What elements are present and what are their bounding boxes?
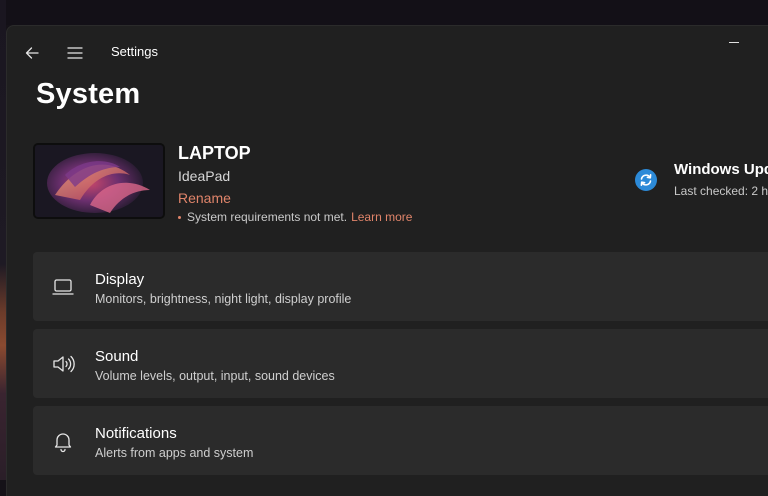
settings-item-description: Monitors, brightness, night light, displ… xyxy=(95,292,352,306)
device-name: LAPTOP xyxy=(178,143,251,163)
settings-item-title: Display xyxy=(95,271,145,288)
warning-dot-icon xyxy=(178,215,181,219)
device-model: IdeaPad xyxy=(178,168,231,184)
settings-item-title: Notifications xyxy=(95,425,177,442)
settings-item-notifications[interactable]: Notifications Alerts from apps and syste… xyxy=(33,406,768,475)
windows-update-status: Last checked: 2 h xyxy=(674,184,768,198)
device-wallpaper-thumbnail xyxy=(33,143,165,219)
settings-item-sound[interactable]: Sound Volume levels, output, input, soun… xyxy=(33,329,768,398)
settings-item-display[interactable]: Display Monitors, brightness, night ligh… xyxy=(33,252,768,321)
navigation-menu-button[interactable] xyxy=(64,42,86,64)
bell-icon xyxy=(54,433,72,453)
hamburger-icon xyxy=(67,47,83,59)
back-button[interactable] xyxy=(21,42,43,64)
minimize-button[interactable] xyxy=(723,36,747,50)
laptop-icon xyxy=(52,279,74,295)
rename-link[interactable]: Rename xyxy=(178,190,231,206)
back-arrow-icon xyxy=(25,47,39,59)
sync-icon[interactable] xyxy=(635,169,657,191)
settings-item-title: Sound xyxy=(95,348,139,365)
warning-text: System requirements not met. xyxy=(187,210,348,224)
page-title: System xyxy=(36,78,141,110)
requirements-warning: System requirements not met. Learn more xyxy=(178,210,412,224)
settings-item-description: Volume levels, output, input, sound devi… xyxy=(95,369,335,383)
windows-update-title[interactable]: Windows Upd xyxy=(674,161,768,178)
app-title: Settings xyxy=(111,44,158,59)
title-bar: Settings xyxy=(7,26,768,78)
minimize-icon xyxy=(729,42,739,43)
speaker-icon xyxy=(53,355,75,373)
desktop-top-strip xyxy=(0,0,768,25)
learn-more-link[interactable]: Learn more xyxy=(351,210,412,224)
settings-window: Settings System LAPTOP IdeaPad Rename Sy… xyxy=(6,25,768,496)
settings-item-description: Alerts from apps and system xyxy=(95,446,254,460)
